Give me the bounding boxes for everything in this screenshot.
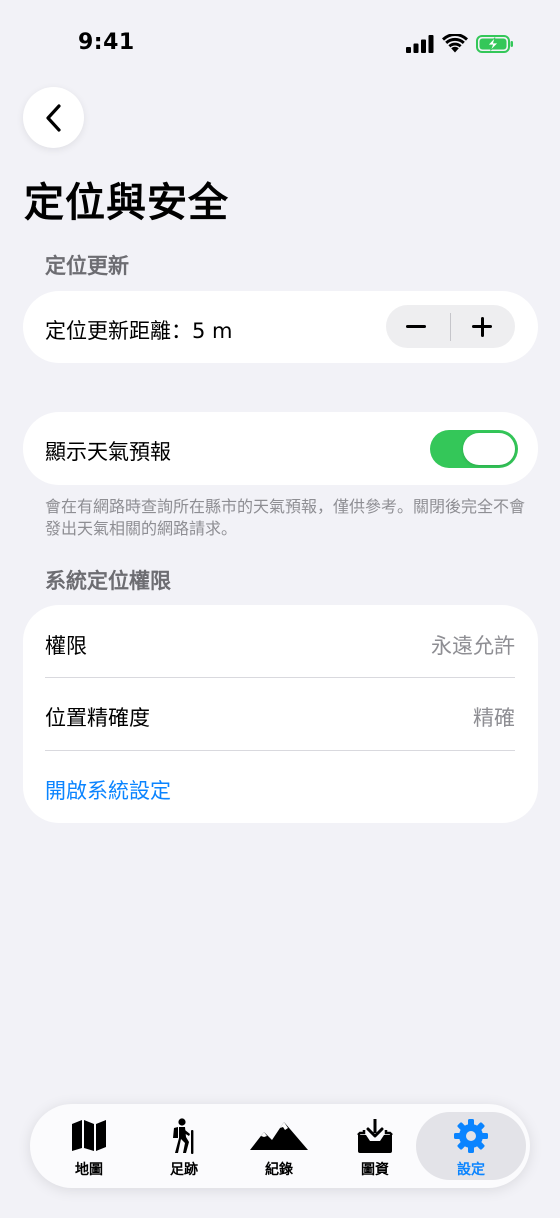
hiker-icon bbox=[173, 1118, 194, 1154]
status-time: 9:41 bbox=[78, 30, 135, 55]
weather-footnote: 會在有網路時查詢所在縣市的天氣預報，僅供參考。關閉後完全不會發出天氣相關的網路請… bbox=[45, 497, 526, 538]
plus-icon-vertical bbox=[480, 316, 484, 337]
toggle-knob bbox=[463, 433, 515, 465]
tab-settings[interactable]: 設定 bbox=[416, 1112, 526, 1180]
tab-label: 地圖 bbox=[75, 1162, 103, 1178]
update-distance-label: 定位更新距離：5 m bbox=[45, 319, 233, 343]
open-system-settings-link[interactable]: 開啟系統設定 bbox=[45, 775, 171, 805]
chevron-left-icon bbox=[45, 103, 61, 132]
tab-label: 紀錄 bbox=[265, 1162, 293, 1178]
row-divider bbox=[45, 750, 515, 751]
distance-stepper[interactable] bbox=[386, 305, 515, 348]
system-permission-card: 權限 永遠允許 位置精確度 精確 開啟系統設定 bbox=[23, 605, 538, 823]
minus-icon bbox=[406, 325, 426, 328]
permission-label: 權限 bbox=[45, 634, 87, 658]
permission-row[interactable]: 權限 永遠允許 bbox=[23, 605, 538, 677]
battery-charging-icon bbox=[476, 34, 513, 53]
gear-icon bbox=[454, 1119, 488, 1153]
permission-value: 永遠允許 bbox=[431, 634, 515, 658]
tab-map-data[interactable]: 圖資 bbox=[327, 1112, 423, 1180]
tab-records[interactable]: 紀錄 bbox=[231, 1112, 327, 1180]
accuracy-row[interactable]: 位置精確度 精確 bbox=[23, 678, 538, 750]
back-button[interactable] bbox=[23, 87, 84, 148]
tab-footprints[interactable]: 足跡 bbox=[136, 1112, 232, 1180]
weather-label: 顯示天氣預報 bbox=[45, 440, 171, 464]
tab-map[interactable]: 地圖 bbox=[41, 1112, 137, 1180]
location-update-card: 定位更新距離：5 m bbox=[23, 291, 538, 363]
tab-label: 足跡 bbox=[170, 1162, 198, 1178]
tab-label: 圖資 bbox=[361, 1162, 389, 1178]
screen: 9:41 定位與安全 定位更新 定位更新距離：5 m 顯示天氣預報 會在有網路時… bbox=[0, 0, 560, 1218]
accuracy-value: 精確 bbox=[473, 706, 515, 730]
weather-toggle[interactable] bbox=[430, 430, 518, 468]
accuracy-label: 位置精確度 bbox=[45, 706, 150, 730]
page-title: 定位與安全 bbox=[24, 180, 229, 226]
wifi-icon bbox=[442, 34, 468, 53]
cellular-signal-icon bbox=[406, 34, 434, 53]
status-icons bbox=[406, 34, 514, 53]
section-header-system-permission: 系統定位權限 bbox=[45, 569, 171, 593]
section-header-location-update: 定位更新 bbox=[45, 254, 129, 278]
download-tray-icon bbox=[357, 1119, 393, 1153]
tab-bar: 地圖 足跡 紀錄 圖資 設定 bbox=[30, 1104, 530, 1188]
mountains-icon bbox=[250, 1122, 308, 1150]
tab-label: 設定 bbox=[457, 1162, 485, 1178]
map-icon bbox=[72, 1120, 106, 1151]
weather-card: 顯示天氣預報 bbox=[23, 412, 538, 485]
